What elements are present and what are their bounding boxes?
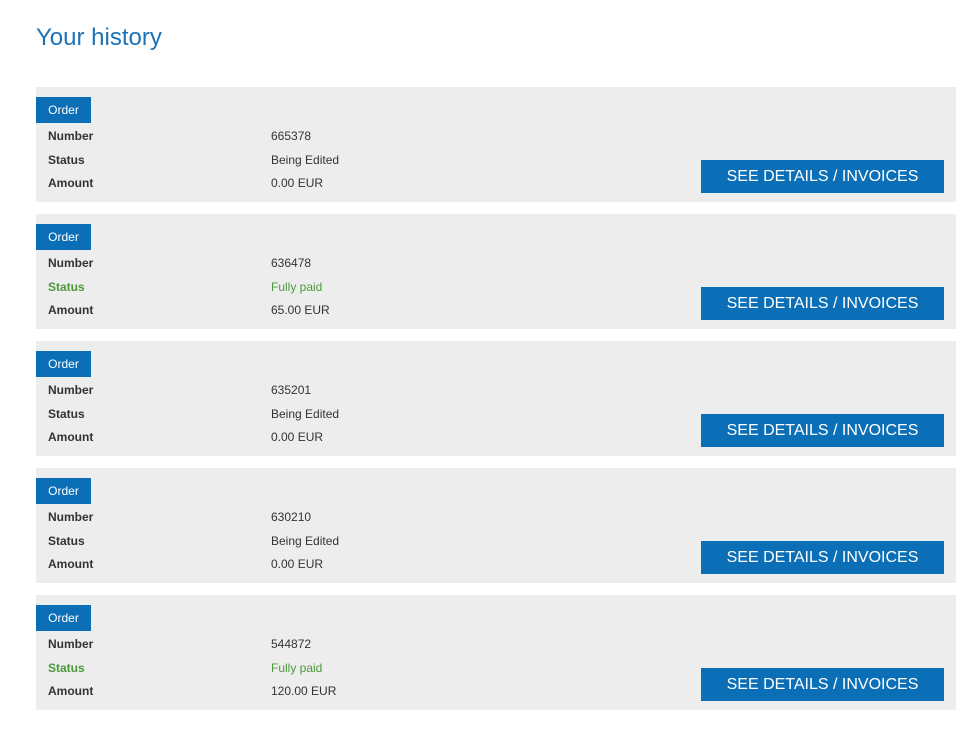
amount-label: Amount <box>48 303 94 317</box>
order-number-value: 635201 <box>271 383 312 397</box>
order-status-value: Being Edited <box>271 153 340 167</box>
status-label: Status <box>48 534 85 548</box>
page-title: Your history <box>36 24 162 51</box>
order-amount-row: Amount 0.00 EUR <box>48 429 448 445</box>
order-card: Order Number 544872 Status Fully paid Am… <box>36 595 956 710</box>
order-amount-value: 65.00 EUR <box>271 303 330 317</box>
order-status-row: Status Being Edited <box>48 152 448 168</box>
see-details-invoices-button[interactable]: SEE DETAILS / INVOICES <box>701 160 944 193</box>
status-label: Status <box>48 153 85 167</box>
order-number-row: Number 630210 <box>48 509 448 525</box>
amount-label: Amount <box>48 430 94 444</box>
order-status-row: Status Fully paid <box>48 279 448 295</box>
see-details-invoices-button[interactable]: SEE DETAILS / INVOICES <box>701 668 944 701</box>
status-label: Status <box>48 407 85 421</box>
order-badge: Order <box>36 224 91 250</box>
order-card: Order Number 635201 Status Being Edited … <box>36 341 956 456</box>
order-card: Order Number 630210 Status Being Edited … <box>36 468 956 583</box>
order-badge: Order <box>36 605 91 631</box>
order-number-value: 636478 <box>271 256 312 270</box>
amount-label: Amount <box>48 684 94 698</box>
see-details-invoices-button[interactable]: SEE DETAILS / INVOICES <box>701 287 944 320</box>
order-status-value: Being Edited <box>271 534 340 548</box>
order-card: Order Number 665378 Status Being Edited … <box>36 87 956 202</box>
order-history-list: Order Number 665378 Status Being Edited … <box>36 87 956 722</box>
number-label: Number <box>48 129 94 143</box>
order-status-row: Status Being Edited <box>48 533 448 549</box>
order-badge: Order <box>36 478 91 504</box>
order-amount-row: Amount 0.00 EUR <box>48 556 448 572</box>
amount-label: Amount <box>48 557 94 571</box>
order-status-row: Status Being Edited <box>48 406 448 422</box>
order-amount-row: Amount 0.00 EUR <box>48 175 448 191</box>
order-number-value: 630210 <box>271 510 312 524</box>
order-amount-value: 0.00 EUR <box>271 430 324 444</box>
number-label: Number <box>48 256 94 270</box>
order-amount-value: 120.00 EUR <box>271 684 337 698</box>
see-details-invoices-button[interactable]: SEE DETAILS / INVOICES <box>701 414 944 447</box>
order-number-row: Number 635201 <box>48 382 448 398</box>
order-number-value: 544872 <box>271 637 312 651</box>
order-badge: Order <box>36 97 91 123</box>
order-number-row: Number 636478 <box>48 255 448 271</box>
order-number-value: 665378 <box>271 129 312 143</box>
order-amount-value: 0.00 EUR <box>271 176 324 190</box>
order-badge: Order <box>36 351 91 377</box>
status-label: Status <box>48 661 85 675</box>
number-label: Number <box>48 510 94 524</box>
order-amount-row: Amount 120.00 EUR <box>48 683 448 699</box>
number-label: Number <box>48 383 94 397</box>
order-status-value: Being Edited <box>271 407 340 421</box>
amount-label: Amount <box>48 176 94 190</box>
order-status-value: Fully paid <box>271 661 323 675</box>
see-details-invoices-button[interactable]: SEE DETAILS / INVOICES <box>701 541 944 574</box>
order-number-row: Number 665378 <box>48 128 448 144</box>
order-status-row: Status Fully paid <box>48 660 448 676</box>
order-amount-value: 0.00 EUR <box>271 557 324 571</box>
order-card: Order Number 636478 Status Fully paid Am… <box>36 214 956 329</box>
number-label: Number <box>48 637 94 651</box>
order-amount-row: Amount 65.00 EUR <box>48 302 448 318</box>
status-label: Status <box>48 280 85 294</box>
order-status-value: Fully paid <box>271 280 323 294</box>
order-number-row: Number 544872 <box>48 636 448 652</box>
